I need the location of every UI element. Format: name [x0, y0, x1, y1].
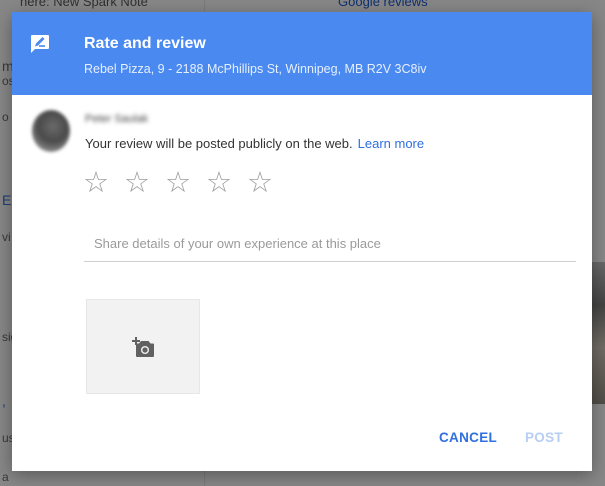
- star-3-icon[interactable]: ☆: [165, 166, 206, 198]
- learn-more-link[interactable]: Learn more: [358, 136, 424, 151]
- star-rating: ☆ ☆ ☆ ☆ ☆: [83, 166, 288, 198]
- post-button[interactable]: POST: [525, 430, 563, 445]
- background-reviews-link: Google reviews: [338, 0, 428, 9]
- add-photo-button[interactable]: [86, 299, 200, 394]
- background-top-text: here: New Spark Note: [20, 0, 148, 9]
- star-2-icon[interactable]: ☆: [124, 166, 165, 198]
- add-a-photo-icon: [132, 337, 154, 357]
- background-fragment: o: [2, 110, 9, 124]
- star-4-icon[interactable]: ☆: [206, 166, 247, 198]
- background-photo: [592, 262, 605, 404]
- background-fragment: a: [2, 470, 9, 484]
- background-fragment: E: [2, 192, 12, 208]
- dialog-title: Rate and review: [84, 35, 206, 52]
- background-fragment: ,: [2, 393, 6, 409]
- place-address: Rebel Pizza, 9 - 2188 McPhillips St, Win…: [84, 62, 427, 76]
- review-text-input[interactable]: [84, 226, 576, 262]
- user-name: Peter Saulak: [85, 113, 148, 125]
- rate-review-dialog: Rate and review Rebel Pizza, 9 - 2188 Mc…: [12, 12, 592, 471]
- cancel-button[interactable]: CANCEL: [439, 430, 497, 445]
- dialog-header: Rate and review Rebel Pizza, 9 - 2188 Mc…: [12, 12, 592, 95]
- public-notice: Your review will be posted publicly on t…: [85, 136, 424, 151]
- avatar: [32, 110, 70, 152]
- star-1-icon[interactable]: ☆: [83, 166, 124, 198]
- background-fragment: vi: [2, 230, 11, 244]
- star-5-icon[interactable]: ☆: [247, 166, 288, 198]
- public-notice-text: Your review will be posted publicly on t…: [85, 136, 353, 151]
- rate-review-icon: [31, 35, 49, 53]
